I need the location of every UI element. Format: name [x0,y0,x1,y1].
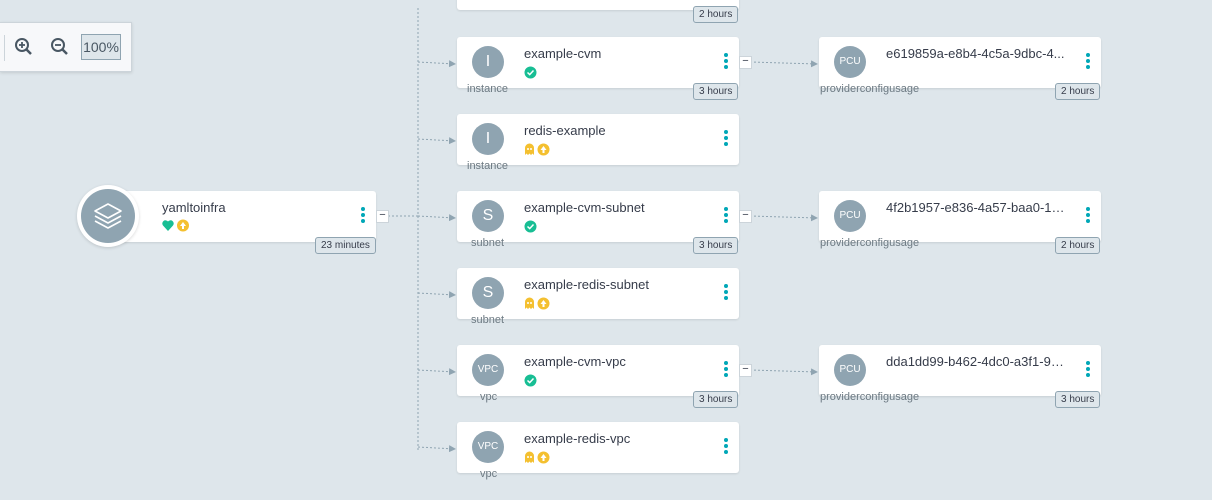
node-name: redis-example [524,123,606,138]
node-kind: subnet [471,314,505,326]
providerconfigusage-node[interactable]: PCU providerconfigusage e619859a-e8b4-4c5a… [819,37,1101,95]
root-menu-button[interactable] [360,207,366,227]
providerconfigusage-node[interactable]: PCU providerconfigusage 4f2b1957-e836-4a57… [819,191,1101,249]
node-menu-button[interactable] [723,53,729,73]
zoom-out-icon[interactable] [50,37,70,57]
node-kind: instance [467,83,508,95]
node-menu-button[interactable] [723,284,729,304]
node-kind: subnet [471,237,505,249]
missing-status-icons [525,143,550,156]
node-kind: instance [467,160,508,172]
node-menu-button[interactable] [1085,53,1091,73]
resource-node[interactable]: Ssubnet example-redis-subnet [457,268,739,326]
resource-node[interactable]: Iinstance example-cvm [457,37,739,95]
secret-age-badge: 2 hours [693,6,739,23]
node-menu-button[interactable] [723,130,729,150]
node-name: example-redis-vpc [524,431,631,446]
resource-node[interactable]: VPC vpc example-cvm-vpc [457,345,739,403]
node-age-badge: 3 hours [693,237,739,254]
resource-type-icon: VPC [472,431,504,463]
resource-node[interactable]: Iinstance redis-example [457,114,739,172]
node-kind: providerconfigusage [820,237,920,249]
resource-type-icon: I [472,123,504,155]
root-status [162,219,192,232]
check-circle-icon [524,374,537,387]
node-age-badge: 3 hours [693,391,739,408]
node-collapse-button[interactable]: − [739,56,752,69]
node-age-badge: 2 hours [1055,237,1101,254]
ghost-icon [525,143,534,155]
node-menu-button[interactable] [1085,207,1091,227]
missing-status-icons [525,297,550,310]
node-name: e619859a-e8b4-4c5a-9dbc-4... [886,46,1065,61]
zoom-level-button[interactable]: 100% [81,34,121,60]
missing-status-icons [525,451,550,464]
resource-type-icon: PCU [834,46,866,78]
node-status [524,220,537,233]
resource-type-icon: VPC [472,354,504,386]
node-kind: vpc [480,468,498,480]
node-age-badge: 2 hours [1055,83,1101,100]
node-collapse-button[interactable]: − [739,364,752,377]
resource-node[interactable]: Ssubnet example-cvm-subnet [457,191,739,249]
node-kind: vpc [480,391,498,403]
heart-icon [162,220,174,231]
resource-type-icon: S [472,277,504,309]
node-menu-button[interactable] [1085,361,1091,381]
root-age-badge: 23 minutes [315,237,376,254]
node-name: example-cvm-subnet [524,200,645,215]
node-kind: providerconfigusage [820,83,920,95]
node-status [524,451,550,464]
layers-icon [81,189,135,243]
node-menu-button[interactable] [723,361,729,381]
zoom-in-icon[interactable] [14,37,34,57]
check-circle-icon [524,66,537,79]
node-age-badge: 3 hours [1055,391,1101,408]
node-collapse-button[interactable]: − [739,210,752,223]
node-status [524,374,537,387]
zoom-toolbar: 100% [0,22,132,72]
node-name: example-cvm [524,46,602,61]
node-menu-button[interactable] [723,207,729,227]
node-name: 4f2b1957-e836-4a57-baa0-17... [886,200,1068,215]
resource-node[interactable]: VPC vpc example-redis-vpc [457,422,739,480]
root-node[interactable]: yamltoinfra [108,191,376,242]
resource-type-icon: PCU [834,354,866,386]
node-name: example-cvm-vpc [524,354,626,369]
node-status [524,297,550,310]
check-circle-icon [524,220,537,233]
node-status [524,66,537,79]
root-collapse-button[interactable]: − [376,210,389,223]
node-name: dda1dd99-b462-4dc0-a3f1-91... [886,354,1068,369]
resource-type-icon: I [472,46,504,78]
ghost-icon [525,451,534,463]
resource-type-icon: PCU [834,200,866,232]
node-status [524,143,550,156]
root-icon-badge [77,185,139,247]
resource-type-icon: S [472,200,504,232]
node-name: example-redis-subnet [524,277,650,292]
node-kind: providerconfigusage [820,391,920,403]
ghost-icon [525,297,534,309]
root-name: yamltoinfra [162,200,226,215]
providerconfigusage-node[interactable]: PCU providerconfigusage dda1dd99-b462-4dc0… [819,345,1101,403]
node-menu-button[interactable] [723,438,729,458]
node-age-badge: 3 hours [693,83,739,100]
toolbar-divider [4,35,5,61]
